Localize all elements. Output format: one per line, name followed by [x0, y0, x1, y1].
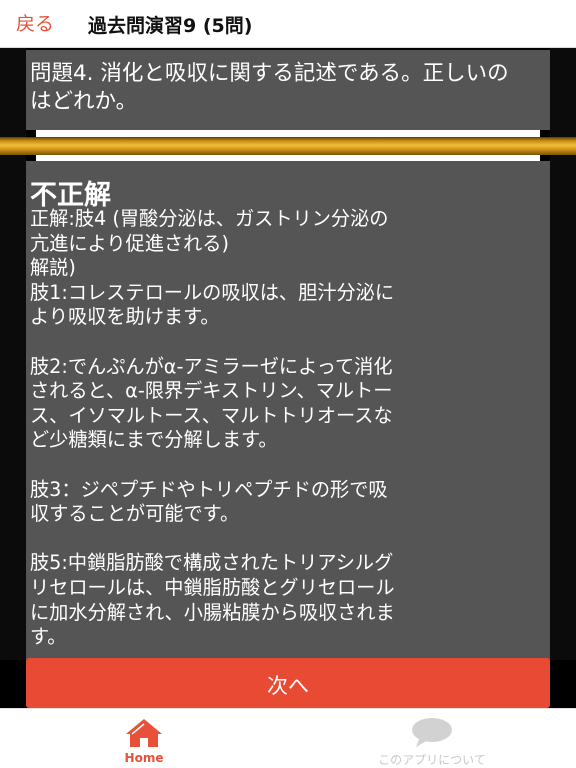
navigation-bar: 戻る 過去問演習9 (5問) [0, 0, 576, 48]
question-panel: 問題4. 消化と吸収に関する記述である。正しいのはどれか。 [26, 50, 550, 130]
tab-about[interactable]: このアプリについて [340, 709, 524, 768]
next-button-label: 次へ [267, 674, 309, 698]
app-screen: 戻る 過去問演習9 (5問) 問題4. 消化と吸収に関する記述である。正しいのは… [0, 0, 576, 768]
next-button[interactable]: 次へ [26, 658, 550, 708]
gold-divider [0, 137, 576, 155]
tab-about-label: このアプリについて [378, 753, 486, 767]
page-title: 過去問演習9 (5問) [88, 15, 253, 37]
home-icon [124, 717, 164, 753]
back-button[interactable]: 戻る [16, 9, 54, 36]
tab-bar: Home このアプリについて [0, 708, 576, 768]
explanation-text: 正解:肢4 (胃酸分泌は、ガストリン分泌の 亢進により促進される) 解説) 肢1… [30, 207, 395, 649]
speech-bubble-icon [410, 717, 454, 753]
tab-home-label: Home [124, 751, 164, 765]
tab-home[interactable]: Home [104, 709, 184, 768]
answer-panel[interactable]: 不正解 正解:肢4 (胃酸分泌は、ガストリン分泌の 亢進により促進される) 解説… [26, 161, 550, 660]
question-text: 問題4. 消化と吸収に関する記述である。正しいのはどれか。 [30, 61, 509, 114]
divider-highlight-top [36, 130, 540, 137]
